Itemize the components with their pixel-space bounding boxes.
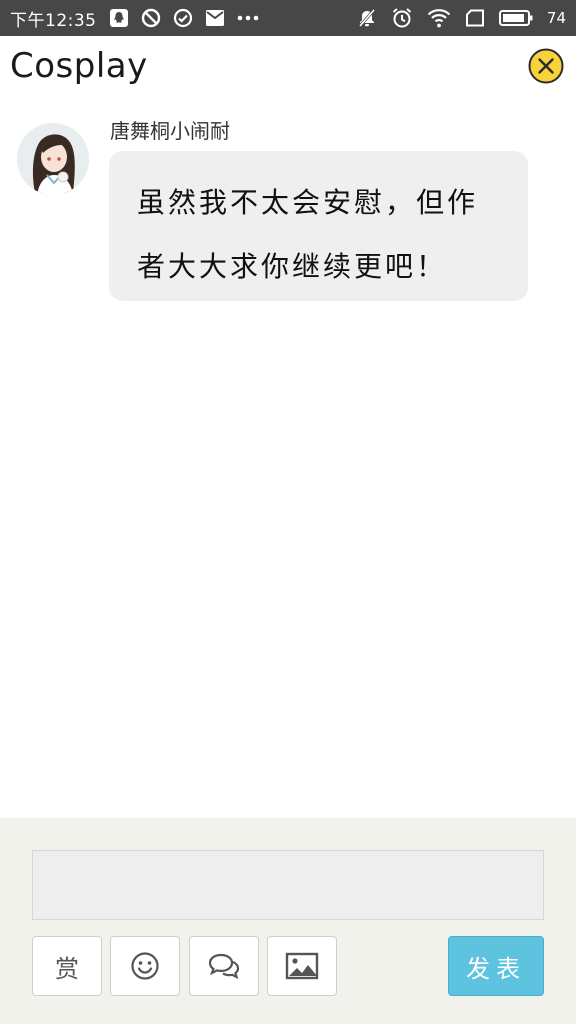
alarm-icon bbox=[391, 7, 413, 29]
chat-bubbles-icon bbox=[208, 953, 240, 980]
qq-icon bbox=[109, 8, 129, 28]
avatar[interactable] bbox=[17, 123, 89, 195]
image-button[interactable] bbox=[267, 936, 337, 996]
header: Cosplay bbox=[0, 36, 576, 108]
image-icon bbox=[285, 952, 319, 980]
reward-button[interactable]: 赏 bbox=[32, 936, 102, 996]
battery-icon bbox=[498, 9, 533, 27]
comment-input[interactable] bbox=[32, 850, 544, 920]
emoji-icon bbox=[131, 952, 159, 980]
close-button[interactable] bbox=[527, 47, 565, 85]
block-icon bbox=[141, 8, 161, 28]
chat-button[interactable] bbox=[189, 936, 259, 996]
message-bubble: 虽然我不太会安慰，但作者大大求你继续更吧！ bbox=[109, 151, 528, 301]
reward-label: 赏 bbox=[55, 954, 79, 983]
emoji-button[interactable] bbox=[110, 936, 180, 996]
message-username[interactable]: 唐舞桐小闹耐 bbox=[110, 115, 230, 144]
status-time: 下午12:35 bbox=[10, 10, 97, 31]
message-text: 虽然我不太会安慰，但作者大大求你继续更吧！ bbox=[137, 186, 479, 283]
page-title: Cosplay bbox=[10, 46, 148, 86]
more-icon bbox=[237, 15, 259, 21]
wifi-icon bbox=[427, 8, 451, 28]
sim-icon bbox=[465, 9, 485, 27]
check-icon bbox=[173, 8, 193, 28]
close-icon bbox=[528, 48, 564, 84]
send-label: 发表 bbox=[466, 954, 526, 983]
mute-icon bbox=[357, 8, 377, 28]
mail-icon bbox=[205, 9, 225, 27]
send-button[interactable]: 发表 bbox=[448, 936, 544, 996]
battery-level: 74 bbox=[546, 9, 566, 27]
status-bar: 下午12:35 74 bbox=[0, 0, 576, 36]
